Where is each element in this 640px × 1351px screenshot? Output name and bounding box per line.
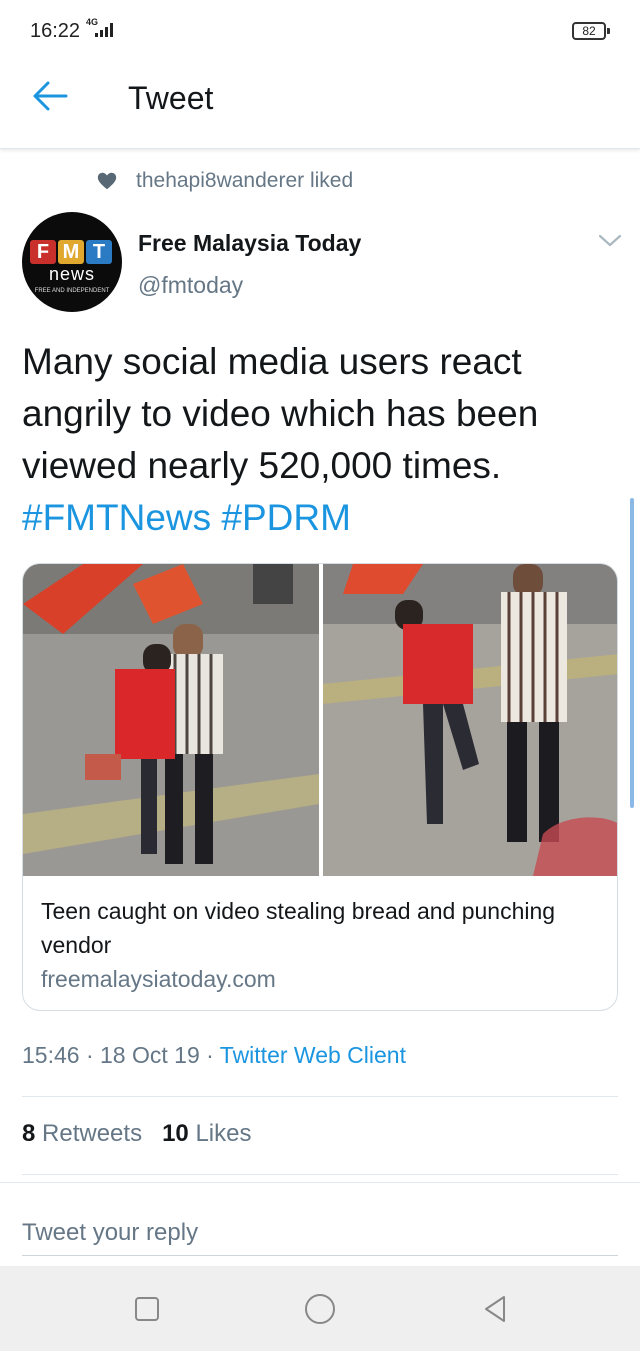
heart-icon: [97, 172, 117, 190]
status-bar: 16:22 4G 82: [0, 0, 640, 46]
system-nav-bar: [0, 1266, 640, 1351]
tweet-body: Many social media users react angrily to…: [22, 341, 539, 486]
signal-icon: [95, 23, 113, 37]
divider: [22, 1096, 618, 1097]
recent-apps-button[interactable]: [130, 1292, 164, 1326]
status-time: 16:22: [30, 20, 81, 42]
meta-separator: ·: [206, 1042, 214, 1068]
reply-area: [0, 1182, 640, 1267]
card-title: Teen caught on video stealing bread and …: [41, 898, 556, 958]
app-header: Tweet: [0, 46, 640, 149]
avatar-letter: T: [86, 240, 112, 264]
card-domain: freemalaysiatoday.com: [41, 966, 276, 992]
battery-icon: 82: [572, 22, 606, 40]
meta-separator: ·: [85, 1042, 94, 1068]
tweet-options-button[interactable]: [594, 226, 626, 254]
card-image: [23, 564, 617, 876]
retweets-stat[interactable]: 8 Retweets: [22, 1120, 142, 1148]
hashtag-link[interactable]: #PDRM: [221, 497, 351, 538]
social-context[interactable]: thehapi8wanderer liked: [96, 168, 353, 194]
avatar-letter: F: [30, 240, 56, 264]
retweets-count: 8: [22, 1120, 36, 1147]
divider: [22, 1174, 618, 1175]
tweet-text: Many social media users react angrily to…: [22, 336, 612, 544]
tweet-metadata: 15:46 · 18 Oct 19 · Twitter Web Client: [22, 1042, 406, 1069]
triangle-back-icon: [485, 1296, 505, 1322]
likes-stat[interactable]: 10 Likes: [162, 1120, 251, 1148]
battery-tip: [607, 28, 610, 34]
avatar-logo: F M T: [30, 240, 112, 264]
avatar-letter: M: [58, 240, 84, 264]
back-button[interactable]: [30, 78, 70, 114]
tweet-stats: 8 Retweets 10 Likes: [22, 1120, 251, 1148]
page-title: Tweet: [128, 80, 214, 116]
tweet-time: 15:46: [22, 1042, 80, 1068]
home-button[interactable]: [303, 1292, 337, 1326]
avatar-tagline: FREE AND INDEPENDENT: [34, 288, 110, 294]
square-icon: [135, 1297, 159, 1321]
retweets-label: Retweets: [42, 1120, 143, 1147]
avatar-word: news: [48, 264, 96, 284]
likes-count: 10: [162, 1120, 189, 1147]
social-context-text: thehapi8wanderer liked: [136, 169, 354, 192]
author-handle[interactable]: @fmtoday: [138, 272, 243, 299]
likes-label: Likes: [195, 1120, 252, 1147]
circle-icon: [305, 1294, 335, 1324]
hashtag-link[interactable]: #FMTNews: [22, 497, 211, 538]
tweet-date: 18 Oct 19: [100, 1042, 200, 1068]
reply-input[interactable]: [22, 1211, 618, 1256]
author-name[interactable]: Free Malaysia Today: [138, 230, 361, 257]
arrow-left-icon: [33, 81, 68, 111]
tweet-client-link[interactable]: Twitter Web Client: [220, 1042, 406, 1068]
chevron-down-icon: [598, 234, 622, 247]
avatar[interactable]: F M T news FREE AND INDEPENDENT: [22, 212, 122, 312]
nav-back-button[interactable]: [478, 1292, 512, 1326]
scrollbar[interactable]: [630, 498, 634, 808]
link-card[interactable]: Teen caught on video stealing bread and …: [22, 563, 618, 1011]
